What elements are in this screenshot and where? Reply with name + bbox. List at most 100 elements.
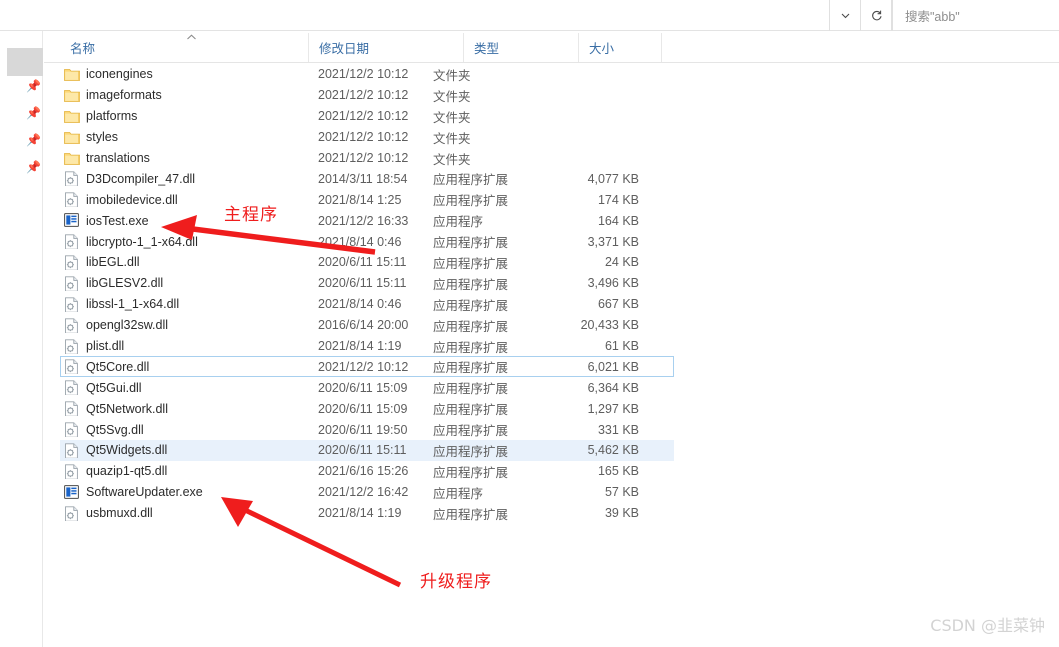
file-row[interactable]: platforms 2021/12/2 10:12 文件夹 bbox=[60, 106, 674, 127]
dll-icon bbox=[64, 234, 79, 250]
file-name-label: imageformats bbox=[86, 88, 162, 103]
file-size-cell: 1,297 KB bbox=[587, 401, 639, 416]
column-header-size[interactable]: 大小 bbox=[578, 33, 661, 62]
file-row[interactable]: D3Dcompiler_47.dll 2014/3/11 18:54 应用程序扩展 4… bbox=[60, 168, 674, 189]
dll-icon bbox=[64, 359, 79, 375]
column-header-type-label: 类型 bbox=[474, 42, 500, 56]
nav-selected-block[interactable] bbox=[7, 48, 43, 76]
file-row[interactable]: plist.dll 2021/8/14 1:19 应用程序扩展 61 KB bbox=[60, 336, 674, 357]
dll-icon bbox=[64, 276, 79, 291]
file-list[interactable]: iconengines 2021/12/2 10:12 文件夹 imageformat… bbox=[44, 64, 1059, 534]
file-size-cell: 5,462 KB bbox=[587, 443, 639, 458]
pin-icon[interactable]: 📌 bbox=[26, 79, 41, 93]
file-row[interactable]: usbmuxd.dll 2021/8/14 1:19 应用程序扩展 39 KB bbox=[60, 503, 674, 524]
file-name-cell: platforms bbox=[60, 109, 318, 124]
file-name-cell: libssl-1_1-x64.dll bbox=[60, 297, 318, 312]
file-row[interactable]: translations 2021/12/2 10:12 文件夹 bbox=[60, 148, 674, 169]
address-bar[interactable] bbox=[0, 0, 830, 31]
file-name-label: Qt5Svg.dll bbox=[86, 422, 144, 437]
file-name-cell: translations bbox=[60, 151, 318, 166]
file-date-cell: 2021/12/2 10:12 bbox=[318, 359, 409, 374]
file-type-cell: 应用程序扩展 bbox=[433, 465, 509, 480]
file-row[interactable]: imobiledevice.dll 2021/8/14 1:25 应用程序扩展 174… bbox=[60, 189, 674, 210]
file-row[interactable]: quazip1-qt5.dll 2021/6/16 15:26 应用程序扩展 165 … bbox=[60, 461, 674, 482]
file-type-cell: 文件夹 bbox=[433, 152, 471, 167]
column-header-end-divider bbox=[661, 33, 662, 62]
file-date-cell: 2021/8/14 1:25 bbox=[318, 192, 402, 207]
file-type-cell: 应用程序扩展 bbox=[433, 236, 509, 251]
search-placeholder: 搜索"abb" bbox=[905, 10, 960, 24]
file-type-cell: 应用程序扩展 bbox=[433, 340, 509, 355]
file-type-cell: 应用程序扩展 bbox=[433, 444, 509, 459]
column-header-row: 名称 修改日期 类型 大小 bbox=[44, 33, 1059, 63]
folder-icon bbox=[64, 67, 80, 82]
file-name-cell: iconengines bbox=[60, 67, 318, 82]
file-type-cell: 文件夹 bbox=[433, 68, 471, 83]
column-header-name[interactable]: 名称 bbox=[60, 33, 308, 62]
file-name-cell: styles bbox=[60, 130, 318, 145]
file-date-cell: 2021/6/16 15:26 bbox=[318, 464, 409, 479]
file-row[interactable]: styles 2021/12/2 10:12 文件夹 bbox=[60, 127, 674, 148]
pin-icon[interactable]: 📌 bbox=[26, 160, 41, 174]
file-size-cell: 4,077 KB bbox=[587, 171, 639, 186]
file-type-cell: 应用程序扩展 bbox=[433, 361, 509, 376]
file-size-cell: 667 KB bbox=[597, 297, 639, 312]
file-row[interactable]: libEGL.dll 2020/6/11 15:11 应用程序扩展 24 KB bbox=[60, 252, 674, 273]
file-date-cell: 2021/12/2 16:42 bbox=[318, 485, 409, 500]
file-type-cell: 应用程序扩展 bbox=[433, 382, 509, 397]
file-size-cell: 6,021 KB bbox=[587, 359, 639, 374]
dll-icon bbox=[64, 171, 79, 187]
file-row[interactable]: libGLESV2.dll 2020/6/11 15:11 应用程序扩展 3,496 … bbox=[60, 273, 674, 294]
file-name-cell: libEGL.dll bbox=[60, 255, 318, 270]
file-size-cell: 6,364 KB bbox=[587, 380, 639, 395]
file-name-cell: Qt5Network.dll bbox=[60, 401, 318, 417]
file-name-label: styles bbox=[86, 130, 118, 145]
file-row[interactable]: iconengines 2021/12/2 10:12 文件夹 bbox=[60, 64, 674, 85]
file-row[interactable]: SoftwareUpdater.exe 2021/12/2 16:42 应用程序 57… bbox=[60, 482, 674, 503]
file-date-cell: 2014/3/11 18:54 bbox=[318, 171, 408, 186]
dll-icon bbox=[64, 464, 79, 479]
file-date-cell: 2021/12/2 10:12 bbox=[318, 88, 409, 103]
pin-icon[interactable]: 📌 bbox=[26, 106, 41, 120]
column-header-type[interactable]: 类型 bbox=[463, 33, 578, 62]
annotation-label-main-program: 主程序 bbox=[224, 205, 278, 225]
file-row[interactable]: Qt5Widgets.dll 2020/6/11 15:11 应用程序扩展 5,462… bbox=[60, 440, 674, 461]
file-name-cell: iosTest.exe bbox=[60, 213, 318, 228]
file-name-label: Qt5Core.dll bbox=[86, 359, 150, 374]
file-row[interactable]: Qt5Svg.dll 2020/6/11 19:50 应用程序扩展 331 KB bbox=[60, 419, 674, 440]
file-size-cell: 165 KB bbox=[597, 464, 639, 479]
file-type-cell: 应用程序扩展 bbox=[433, 319, 509, 334]
file-row[interactable]: Qt5Network.dll 2020/6/11 15:09 应用程序扩展 1,297… bbox=[60, 398, 674, 419]
dll-icon bbox=[64, 338, 79, 354]
dll-icon bbox=[64, 505, 79, 521]
file-row[interactable]: iosTest.exe 2021/12/2 16:33 应用程序 164 KB bbox=[60, 210, 674, 231]
file-explorer-window: 搜索"abb" 📌 📌 📌 📌 名称 修改日期 类型 大小 iconengine… bbox=[0, 0, 1059, 647]
file-size-cell: 174 KB bbox=[597, 192, 639, 207]
file-date-cell: 2020/6/11 15:11 bbox=[318, 255, 407, 270]
file-row[interactable]: libcrypto-1_1-x64.dll 2021/8/14 0:46 应用程序扩… bbox=[60, 231, 674, 252]
refresh-icon[interactable] bbox=[861, 0, 892, 31]
file-row[interactable]: Qt5Core.dll 2021/12/2 10:12 应用程序扩展 6,021 KB bbox=[60, 356, 674, 378]
file-row[interactable]: imageformats 2021/12/2 10:12 文件夹 bbox=[60, 85, 674, 106]
file-size-cell: 39 KB bbox=[604, 506, 639, 521]
file-date-cell: 2021/12/2 10:12 bbox=[318, 109, 409, 124]
file-row[interactable]: Qt5Gui.dll 2020/6/11 15:09 应用程序扩展 6,364 KB bbox=[60, 377, 674, 398]
file-name-label: platforms bbox=[86, 109, 138, 124]
file-name-label: quazip1-qt5.dll bbox=[86, 464, 168, 479]
file-type-cell: 应用程序扩展 bbox=[433, 277, 509, 292]
file-name-cell: libGLESV2.dll bbox=[60, 276, 318, 291]
chevron-down-icon[interactable] bbox=[830, 0, 861, 31]
folder-icon bbox=[64, 88, 80, 103]
file-size-cell: 331 KB bbox=[597, 422, 639, 437]
file-name-label: D3Dcompiler_47.dll bbox=[86, 171, 196, 186]
file-name-label: opengl32sw.dll bbox=[86, 318, 169, 333]
column-header-date[interactable]: 修改日期 bbox=[308, 33, 409, 62]
file-name-cell: imageformats bbox=[60, 88, 318, 103]
file-row[interactable]: opengl32sw.dll 2016/6/14 20:00 应用程序扩展 20,43… bbox=[60, 315, 674, 336]
pin-icon[interactable]: 📌 bbox=[26, 133, 41, 147]
dll-icon bbox=[64, 401, 79, 417]
file-row[interactable]: libssl-1_1-x64.dll 2021/8/14 0:46 应用程序扩展 66… bbox=[60, 294, 674, 315]
search-input[interactable]: 搜索"abb" bbox=[892, 0, 1059, 31]
file-date-cell: 2021/8/14 1:19 bbox=[318, 506, 402, 521]
file-size-cell: 164 KB bbox=[597, 213, 639, 228]
